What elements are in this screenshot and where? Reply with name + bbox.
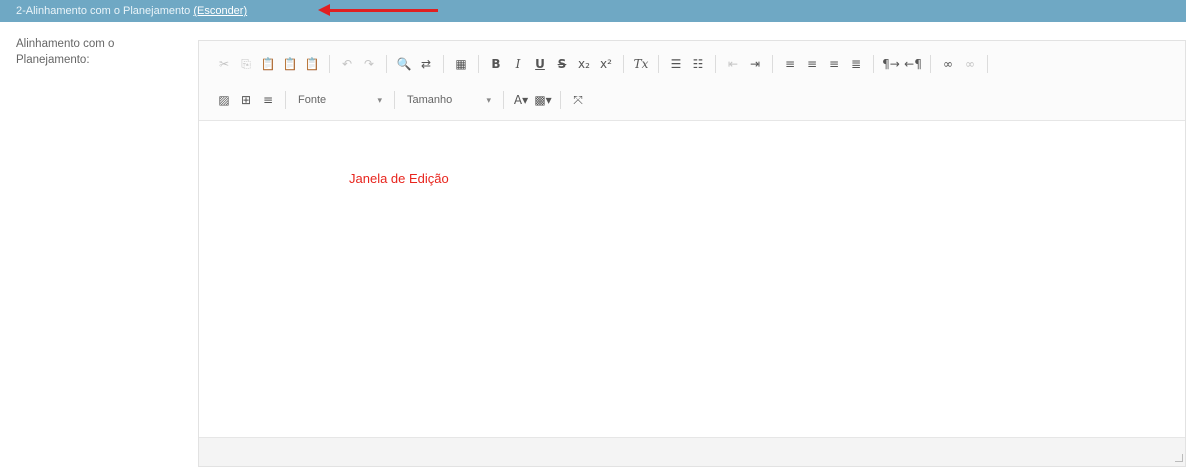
toolbar-separator [560, 91, 561, 109]
horizontal-line-icon[interactable]: ≡ [257, 89, 279, 111]
numbered-list-icon[interactable]: ☰ [665, 53, 687, 75]
font-select[interactable]: Fonte ▾ [292, 89, 388, 111]
editor-status-bar [199, 437, 1185, 466]
outdent-icon[interactable]: ⇤ [722, 53, 744, 75]
toolbar-separator [987, 55, 988, 73]
editor-content-area[interactable]: Janela de Edição [199, 121, 1185, 437]
paste-text-icon[interactable]: 📋 [279, 53, 301, 75]
red-arrow-shaft [328, 9, 438, 12]
paste-word-icon[interactable]: 📋 [301, 53, 323, 75]
redo-icon[interactable]: ↷ [358, 53, 380, 75]
rtl-icon[interactable]: ←¶ [902, 53, 924, 75]
paste-icon[interactable]: 📋 [257, 53, 279, 75]
field-label-line2: Planejamento: [16, 54, 90, 66]
toolbar-separator [386, 55, 387, 73]
toolbar-row-1: ✂ ⎘ 📋 📋 📋 ↶ ↷ 🔍 ⇄ ▦ B I U Sx₂ x² Tx ☰ ☷ ⇤ ⇥ ≡ ≡ ≡ ≣ ¶→ ←¶ ∞ ∞ [213, 53, 994, 75]
ltr-icon[interactable]: ¶→ [880, 53, 902, 75]
size-select-label: Tamanho [407, 94, 453, 106]
toolbar-separator [478, 55, 479, 73]
find-icon[interactable]: 🔍 [393, 53, 415, 75]
align-left-icon[interactable]: ≡ [779, 53, 801, 75]
toolbar-separator [772, 55, 773, 73]
align-justify-icon[interactable]: ≣ [845, 53, 867, 75]
superscript-icon[interactable]: x² [595, 53, 617, 75]
toolbar-separator [329, 55, 330, 73]
size-select[interactable]: Tamanho ▾ [401, 89, 497, 111]
toolbar-separator [715, 55, 716, 73]
hide-section-link[interactable]: (Esconder) [193, 5, 247, 17]
chevron-down-icon: ▾ [486, 94, 491, 105]
toolbar-separator [443, 55, 444, 73]
toolbar-separator [285, 91, 286, 109]
toolbar-separator [658, 55, 659, 73]
toolbar-separator [394, 91, 395, 109]
copy-icon[interactable]: ⎘ [235, 53, 257, 75]
indent-icon[interactable]: ⇥ [744, 53, 766, 75]
bold-icon[interactable]: B [485, 53, 507, 75]
align-center-icon[interactable]: ≡ [801, 53, 823, 75]
table-icon[interactable]: ⊞ [235, 89, 257, 111]
resize-handle-icon[interactable] [1175, 454, 1183, 462]
link-icon[interactable]: ∞ [937, 53, 959, 75]
background-color-icon[interactable]: ▩▾ [532, 89, 554, 111]
toolbar-separator [930, 55, 931, 73]
unlink-icon[interactable]: ∞ [959, 53, 981, 75]
toolbar-separator [623, 55, 624, 73]
rich-text-editor: ✂ ⎘ 📋 📋 📋 ↶ ↷ 🔍 ⇄ ▦ B I U Sx₂ x² Tx ☰ ☷ ⇤ ⇥ ≡ ≡ ≡ ≣ ¶→ ←¶ ∞ ∞ ▨ ⊞ ≡ F… [198, 40, 1186, 467]
strikethrough-icon[interactable]: S [551, 53, 573, 75]
bulleted-list-icon[interactable]: ☷ [687, 53, 709, 75]
section-header: 2-Alinhamento com o Planejamento (Escond… [0, 0, 1186, 22]
editor-toolbar: ✂ ⎘ 📋 📋 📋 ↶ ↷ 🔍 ⇄ ▦ B I U Sx₂ x² Tx ☰ ☷ ⇤ ⇥ ≡ ≡ ≡ ≣ ¶→ ←¶ ∞ ∞ ▨ ⊞ ≡ F… [199, 41, 1185, 121]
toolbar-row-2: ▨ ⊞ ≡ Fonte ▾ Tamanho ▾ A▾ ▩▾ ⤧ [213, 89, 589, 111]
undo-icon[interactable]: ↶ [336, 53, 358, 75]
image-icon[interactable]: ▨ [213, 89, 235, 111]
toolbar-separator [873, 55, 874, 73]
select-all-icon[interactable]: ▦ [450, 53, 472, 75]
text-color-icon[interactable]: A▾ [510, 89, 532, 111]
field-label-line1: Alinhamento com o [16, 38, 115, 50]
italic-icon[interactable]: I [507, 53, 529, 75]
editor-content-text: Janela de Edição [349, 171, 449, 186]
chevron-down-icon: ▾ [377, 94, 382, 105]
remove-format-icon[interactable]: Tx [630, 53, 652, 75]
field-label: Alinhamento com o Planejamento: [16, 36, 186, 68]
replace-icon[interactable]: ⇄ [415, 53, 437, 75]
subscript-icon[interactable]: x₂ [573, 53, 595, 75]
underline-icon[interactable]: U [529, 53, 551, 75]
align-right-icon[interactable]: ≡ [823, 53, 845, 75]
toolbar-separator [503, 91, 504, 109]
maximize-icon[interactable]: ⤧ [567, 89, 589, 111]
section-title: 2-Alinhamento com o Planejamento [16, 5, 191, 17]
font-select-label: Fonte [298, 94, 327, 106]
cut-icon[interactable]: ✂ [213, 53, 235, 75]
